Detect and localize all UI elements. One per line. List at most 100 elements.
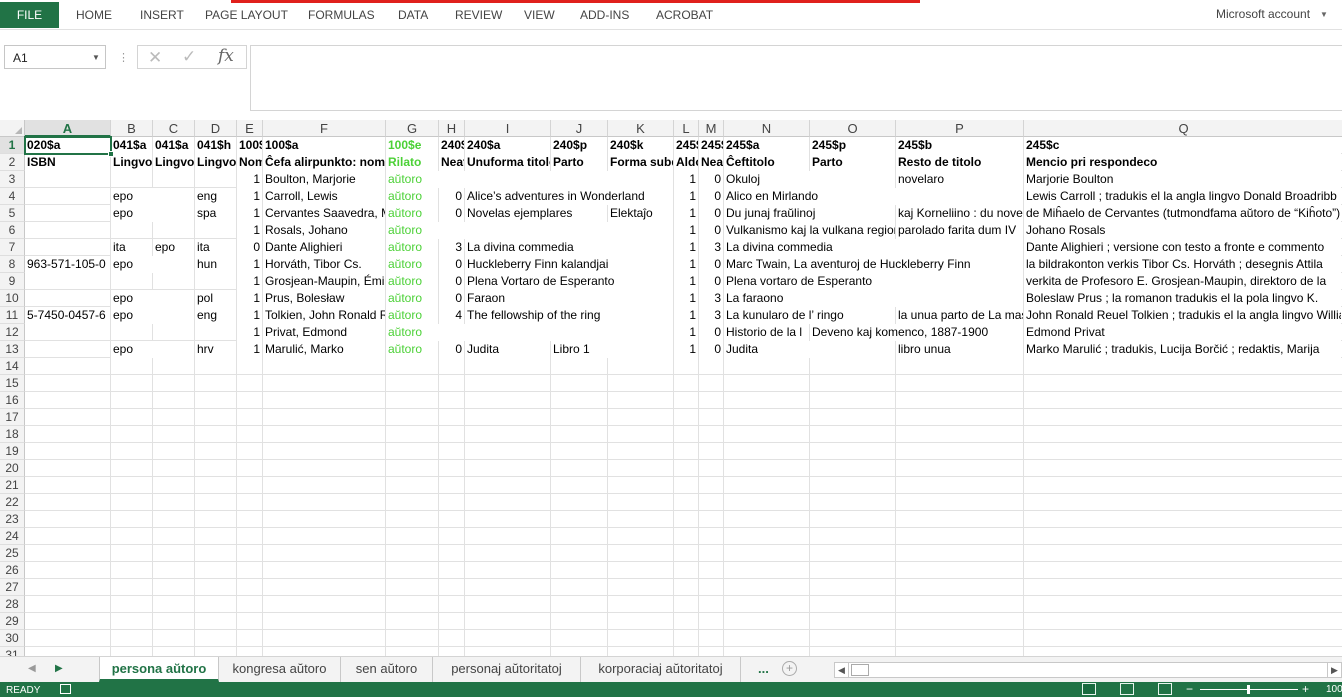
horizontal-scrollbar[interactable]: ◀ ▶ (834, 662, 1342, 678)
cell-i2[interactable]: Unuforma titolo (465, 154, 550, 171)
cell-m12[interactable]: 0 (699, 324, 723, 341)
insert-function-icon[interactable]: fx (218, 46, 234, 66)
column-header-o[interactable]: O (810, 120, 896, 137)
cell-d11[interactable]: eng (195, 307, 236, 324)
row-header-9[interactable]: 9 (0, 273, 25, 290)
cell-q7[interactable]: Dante Alighieri ; versione con testo a f… (1024, 239, 1341, 256)
cell-b7[interactable]: ita (111, 239, 152, 256)
cell-l4[interactable]: 1 (674, 188, 698, 205)
cell-g12[interactable]: aŭtoro (386, 324, 673, 341)
zoom-in-icon[interactable]: + (1302, 682, 1309, 696)
cell-l13[interactable]: 1 (674, 341, 698, 358)
cell-h2[interactable]: Neatentitaj (439, 154, 464, 171)
cell-q6[interactable]: Johano Rosals (1024, 222, 1341, 239)
cell-a11[interactable]: 5-7450-0457-6 (25, 307, 110, 324)
cell-e6[interactable]: 1 (237, 222, 262, 239)
add-sheet-icon[interactable]: + (782, 661, 797, 676)
cell-g2[interactable]: Rilato (386, 154, 438, 171)
column-header-m[interactable]: M (699, 120, 724, 137)
cell-k2[interactable]: Forma subdivido (608, 154, 673, 171)
cell-e8[interactable]: 1 (237, 256, 262, 273)
row-header-19[interactable]: 19 (0, 443, 25, 460)
cell-f10[interactable]: Prus, Bolesław (263, 290, 385, 307)
cell-i5[interactable]: Novelas ejemplares (465, 205, 607, 222)
cell-e4[interactable]: 1 (237, 188, 262, 205)
row-header-26[interactable]: 26 (0, 562, 25, 579)
cell-f4[interactable]: Carroll, Lewis (263, 188, 385, 205)
macro-record-icon[interactable] (60, 684, 71, 694)
cell-f6[interactable]: Rosals, Johano (263, 222, 385, 239)
column-header-i[interactable]: I (465, 120, 551, 137)
row-header-7[interactable]: 7 (0, 239, 25, 256)
cell-q13[interactable]: Marko Marulić ; tradukis, Lucija Borčić … (1024, 341, 1341, 358)
cell-m3[interactable]: 0 (699, 171, 723, 188)
cell-g5[interactable]: aŭtoro (386, 205, 438, 222)
cell-n5[interactable]: Du junaj fraŭlinoj (724, 205, 895, 222)
cell-e13[interactable]: 1 (237, 341, 262, 358)
cell-f1[interactable]: 100$a (263, 137, 385, 154)
select-all-button[interactable] (0, 120, 25, 137)
cell-f12[interactable]: Privat, Edmond (263, 324, 385, 341)
cell-l9[interactable]: 1 (674, 273, 698, 290)
cell-q11[interactable]: John Ronald Reuel Tolkien ; tradukis el … (1024, 307, 1341, 324)
cell-e12[interactable]: 1 (237, 324, 262, 341)
cell-q1[interactable]: 245$c (1024, 137, 1341, 154)
name-box[interactable]: A1 (4, 45, 106, 69)
cell-h10[interactable]: 0 (439, 290, 464, 307)
cell-g3[interactable]: aŭtoro (386, 171, 673, 188)
column-header-j[interactable]: J (551, 120, 608, 137)
tab-review[interactable]: REVIEW (455, 8, 502, 22)
row-header-28[interactable]: 28 (0, 596, 25, 613)
tab-formulas[interactable]: FORMULAS (308, 8, 375, 22)
cell-m11[interactable]: 3 (699, 307, 723, 324)
zoom-slider-thumb[interactable] (1247, 685, 1250, 694)
cell-n1[interactable]: 245$a (724, 137, 809, 154)
row-header-3[interactable]: 3 (0, 171, 25, 188)
page-layout-view-icon[interactable] (1120, 683, 1134, 695)
cell-g1[interactable]: 100$e (386, 137, 438, 154)
column-header-k[interactable]: K (608, 120, 674, 137)
row-header-31[interactable]: 31 (0, 647, 25, 656)
row-header-8[interactable]: 8 (0, 256, 25, 273)
sheet-tab-kongresa-autoro[interactable]: kongresa aŭtoro (219, 657, 341, 682)
sheet-tab-korporaciaj-autoritatoj[interactable]: korporaciaj aŭtoritatoj (581, 657, 741, 682)
column-header-p[interactable]: P (896, 120, 1024, 137)
row-header-30[interactable]: 30 (0, 630, 25, 647)
cell-n9[interactable]: Plena vortaro de Esperanto (724, 273, 1023, 290)
cell-f11[interactable]: Tolkien, John Ronald Reuel (263, 307, 385, 324)
cell-b13[interactable]: epo (111, 341, 194, 358)
cell-m6[interactable]: 0 (699, 222, 723, 239)
cell-i10[interactable]: Faraon (465, 290, 673, 307)
column-header-f[interactable]: F (263, 120, 386, 137)
sheet-tab-sen-autoro[interactable]: sen aŭtoro (341, 657, 433, 682)
normal-view-icon[interactable] (1082, 683, 1096, 695)
cell-d5[interactable]: spa (195, 205, 236, 222)
cell-q10[interactable]: Boleslaw Prus ; la romanon tradukis el l… (1024, 290, 1341, 307)
next-sheet-icon[interactable]: ▶ (55, 663, 63, 674)
row-header-4[interactable]: 4 (0, 188, 25, 205)
row-header-24[interactable]: 24 (0, 528, 25, 545)
cell-l6[interactable]: 1 (674, 222, 698, 239)
row-header-27[interactable]: 27 (0, 579, 25, 596)
cell-l8[interactable]: 1 (674, 256, 698, 273)
cell-o2[interactable]: Parto (810, 154, 895, 171)
cell-q12[interactable]: Edmond Privat (1024, 324, 1341, 341)
cell-q5[interactable]: de Miĥaelo de Cervantes (tutmondfama aŭt… (1024, 205, 1341, 222)
cell-c2[interactable]: Lingvo (153, 154, 194, 171)
cell-q2[interactable]: Mencio pri respondeco (1024, 154, 1341, 171)
row-header-18[interactable]: 18 (0, 426, 25, 443)
more-sheets-button[interactable]: ... (758, 661, 769, 676)
cell-e1[interactable]: 100$ (237, 137, 262, 154)
tab-view[interactable]: VIEW (524, 8, 555, 22)
cell-g8[interactable]: aŭtoro (386, 256, 438, 273)
zoom-level[interactable]: 100% (1326, 684, 1342, 695)
cell-b10[interactable]: epo (111, 290, 194, 307)
cell-b4[interactable]: epo (111, 188, 194, 205)
cell-p6[interactable]: parolado farita dum IV (896, 222, 1023, 239)
column-header-c[interactable]: C (153, 120, 195, 137)
cell-c7[interactable]: epo (153, 239, 194, 256)
cell-a8[interactable]: 963-571-105-0 (25, 256, 110, 273)
cell-h1[interactable]: 240$ (439, 137, 464, 154)
column-header-h[interactable]: H (439, 120, 465, 137)
row-header-16[interactable]: 16 (0, 392, 25, 409)
